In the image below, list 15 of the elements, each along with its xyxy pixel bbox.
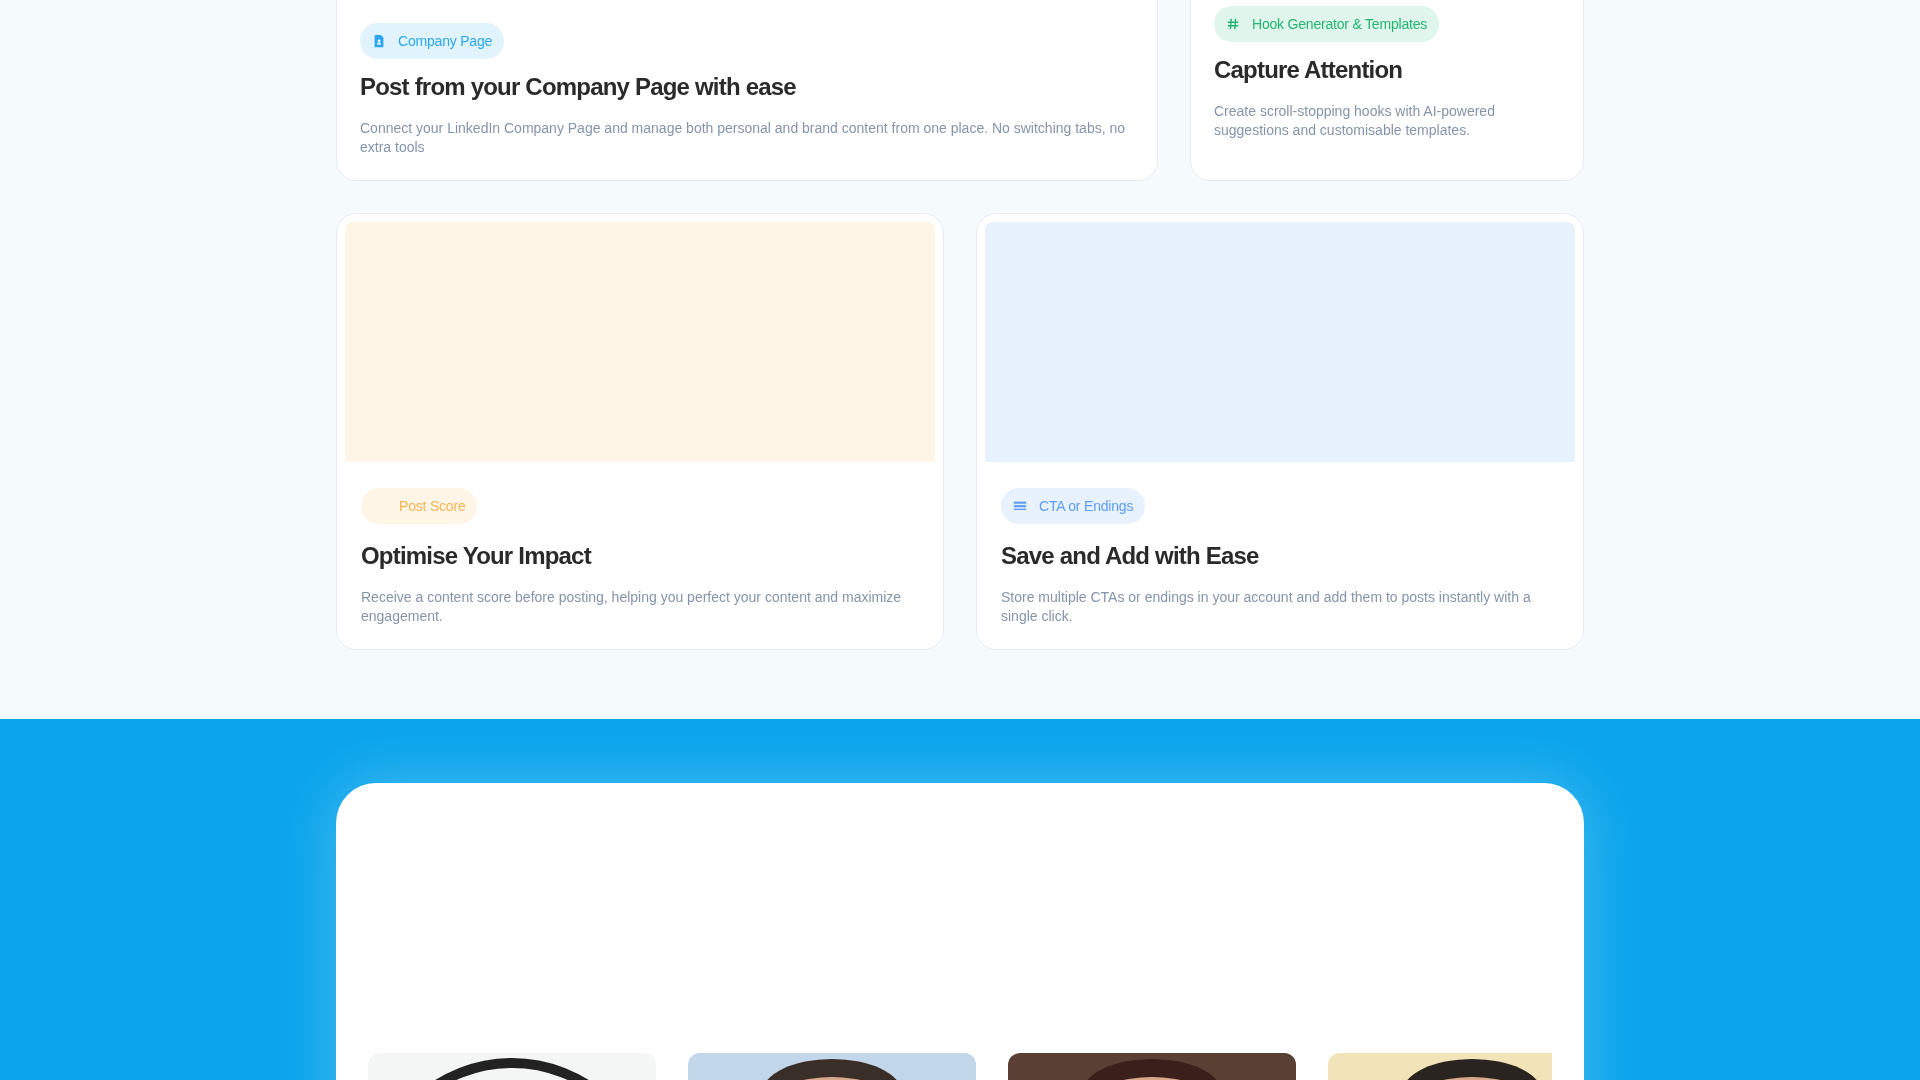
tag: Hook Generator & Templates [1214,6,1440,42]
card-description: Connect your LinkedIn Company Page and manage both personal and brand content from one place. No switching tabs, no extra tools [360,119,1127,157]
hash-icon [1226,17,1240,31]
card-description: Store multiple CTAs or endings in your account and add them to posts instantly with a single click. [1001,588,1532,626]
lines-icon [1013,499,1027,513]
card-title: Optimise Your Impact [361,542,593,570]
card-description: Create scroll-stopping hooks with AI-powered suggestions and customisable templates. [1214,102,1496,140]
card-description: Receive a content score before posting, helping you perfect your content and maximize engagement. [361,588,903,626]
card-title: Post from your Company Page with ease [360,73,797,101]
tag: CTA or Endings [1001,488,1146,524]
card-title: Save and Add with Ease [1001,542,1260,570]
tag: Company Page [360,23,505,59]
document-icon [372,34,386,48]
tag: Post Score [361,488,478,524]
card-title: Capture Attention [1214,56,1404,84]
